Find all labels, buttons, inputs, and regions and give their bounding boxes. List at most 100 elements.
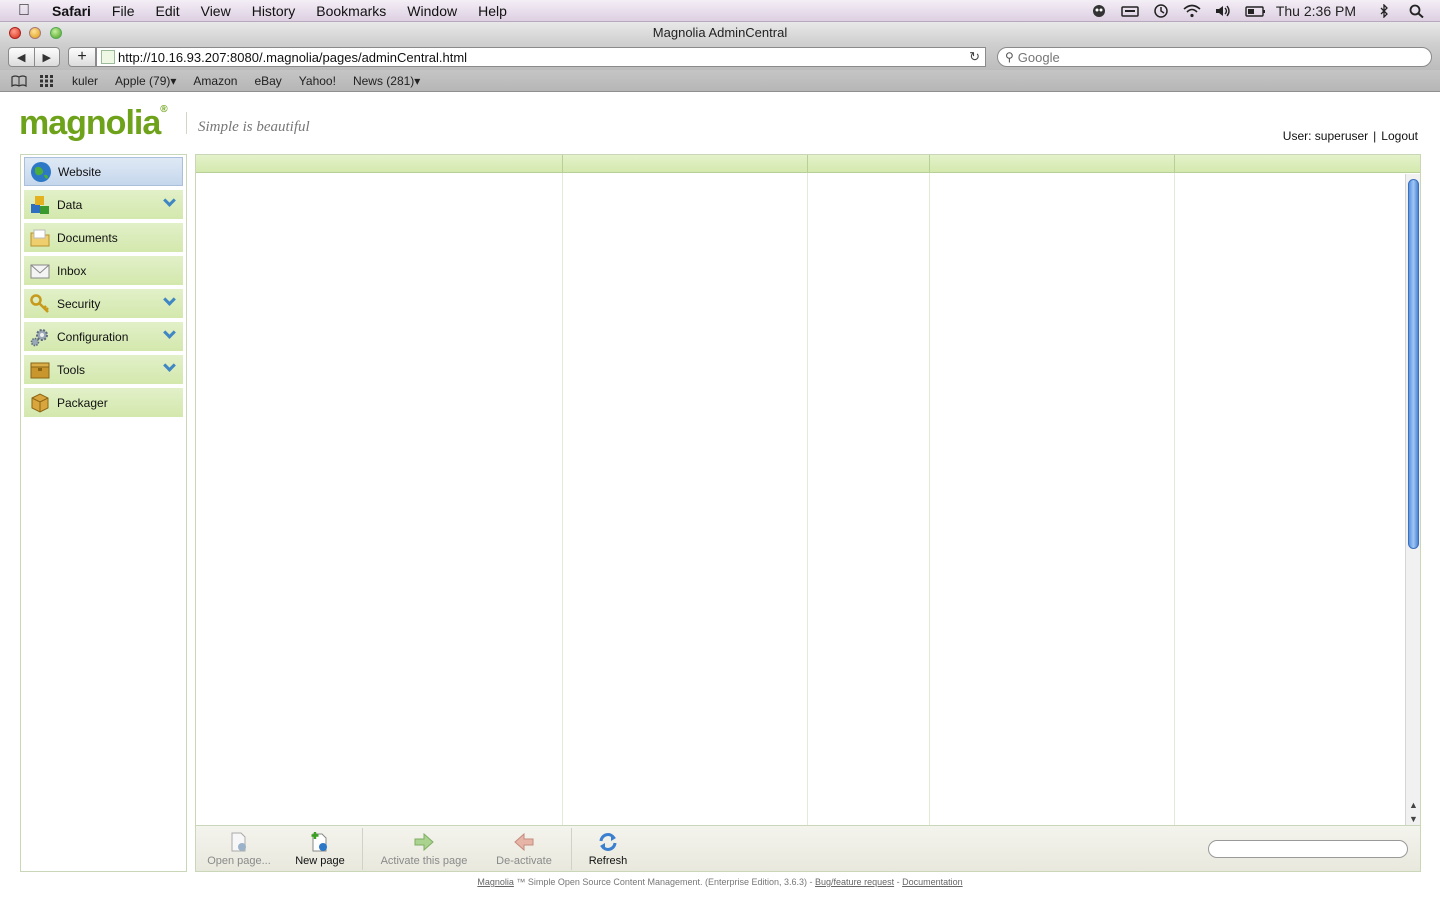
cubes-icon xyxy=(29,194,51,216)
sidebar-item-inbox[interactable]: Inbox xyxy=(24,256,183,285)
bookmark-amazon[interactable]: Amazon xyxy=(193,74,237,88)
apple-icon[interactable]:  xyxy=(18,0,38,22)
admin-sidebar: Website Data Documents Inbox Security Co… xyxy=(20,154,187,872)
back-button[interactable]: ◀ xyxy=(9,48,34,66)
action-label: Activate this page xyxy=(380,855,468,867)
column-divider[interactable] xyxy=(807,155,808,825)
gear-icon xyxy=(29,326,51,348)
menu-bookmarks[interactable]: Bookmarks xyxy=(316,3,386,19)
url-input[interactable] xyxy=(118,49,958,65)
sidebar-item-security[interactable]: Security xyxy=(24,289,183,318)
tagline: Simple is beautiful xyxy=(198,119,310,135)
wifi-icon[interactable] xyxy=(1183,4,1201,18)
chevron-down-icon[interactable] xyxy=(163,293,176,306)
deactivate-page-button[interactable]: De-activate xyxy=(491,831,557,869)
window-title-bar: Magnolia AdminCentral xyxy=(0,22,1440,44)
bug-request-link[interactable]: Bug/feature request xyxy=(815,877,894,887)
logout-link[interactable]: Logout xyxy=(1381,129,1418,143)
chevron-down-icon[interactable] xyxy=(163,194,176,207)
search-box: ⚲ xyxy=(997,47,1432,67)
add-bookmark-button[interactable]: + xyxy=(68,47,96,67)
action-label: Open page... xyxy=(207,855,271,867)
column-divider[interactable] xyxy=(562,155,563,825)
magnolia-logo[interactable]: magnolia® xyxy=(19,104,168,143)
mac-menu-bar:  Safari File Edit View History Bookmark… xyxy=(0,0,1440,22)
header-divider xyxy=(562,155,563,173)
bluetooth-icon[interactable] xyxy=(1378,3,1396,19)
chevron-down-icon[interactable] xyxy=(163,359,176,372)
tree-action-bar: Open page... New page Activate this page… xyxy=(195,826,1421,872)
menu-history[interactable]: History xyxy=(252,3,296,19)
sidebar-item-tools[interactable]: Tools xyxy=(24,355,183,384)
battery-icon[interactable] xyxy=(1245,4,1265,18)
menu-file[interactable]: File xyxy=(112,3,135,19)
activate-page-button[interactable]: Activate this page xyxy=(376,831,472,869)
sidebar-item-documents[interactable]: Documents xyxy=(24,223,183,252)
menu-window[interactable]: Window xyxy=(407,3,457,19)
forward-button[interactable]: ▶ xyxy=(33,48,60,66)
footer-text: ™ Simple Open Source Content Management.… xyxy=(513,877,816,887)
sidebar-item-label: Data xyxy=(57,197,83,212)
bookmark-kuler[interactable]: kuler xyxy=(72,74,98,88)
registered-mark-icon: ® xyxy=(160,104,167,115)
bookmark-news[interactable]: News (281)▾ xyxy=(353,74,420,88)
sidebar-item-website[interactable]: Website xyxy=(24,157,183,186)
scroll-up-icon[interactable]: ▲ xyxy=(1409,800,1418,810)
sidebar-item-packager[interactable]: Packager xyxy=(24,388,183,417)
sidebar-item-label: Documents xyxy=(57,230,118,245)
open-page-button[interactable]: Open page... xyxy=(204,831,274,869)
deactivate-arrow-icon xyxy=(513,831,535,853)
volume-icon[interactable] xyxy=(1214,4,1232,18)
tree-quick-search-input[interactable] xyxy=(1208,840,1408,858)
header-divider xyxy=(1174,155,1175,173)
minimize-window-button[interactable] xyxy=(29,27,41,39)
refresh-button[interactable]: Refresh xyxy=(582,831,634,869)
envelope-icon xyxy=(29,260,51,282)
menu-edit[interactable]: Edit xyxy=(155,3,179,19)
column-divider[interactable] xyxy=(929,155,930,825)
bookmarks-bar: kuler Apple (79)▾ Amazon eBay Yahoo! New… xyxy=(0,70,1440,92)
tree-vertical-scrollbar[interactable]: ▲ ▼ xyxy=(1405,174,1420,825)
sidebar-item-label: Security xyxy=(57,296,101,311)
zoom-window-button[interactable] xyxy=(50,27,62,39)
menu-safari[interactable]: Safari xyxy=(52,3,91,19)
scroll-down-icon[interactable]: ▼ xyxy=(1409,814,1418,824)
keyboard-icon[interactable] xyxy=(1121,4,1139,18)
logo-text: magnolia xyxy=(19,104,161,142)
sidebar-item-label: Tools xyxy=(57,362,86,377)
reading-list-icon[interactable] xyxy=(10,74,28,88)
spotlight-icon[interactable] xyxy=(1409,4,1427,19)
toolbox-icon xyxy=(29,359,51,381)
time-machine-icon[interactable] xyxy=(1152,4,1170,18)
menubar-clock[interactable]: Thu 2:36 PM xyxy=(1276,3,1356,19)
sidebar-item-label: Website xyxy=(58,164,102,179)
bookmark-yahoo[interactable]: Yahoo! xyxy=(299,74,336,88)
current-user-label: User: superuser xyxy=(1282,129,1369,143)
package-icon xyxy=(29,392,51,414)
new-page-button[interactable]: New page xyxy=(290,831,350,869)
column-divider[interactable] xyxy=(1174,155,1175,825)
reload-icon[interactable]: ↻ xyxy=(969,49,980,65)
close-window-button[interactable] xyxy=(9,27,21,39)
magnolia-link[interactable]: Magnolia xyxy=(477,877,514,887)
header-divider xyxy=(807,155,808,173)
header-divider xyxy=(929,155,930,173)
website-tree-grid[interactable]: ▲ ▼ xyxy=(195,154,1421,826)
favicon-icon xyxy=(101,50,115,64)
menu-help[interactable]: Help xyxy=(478,3,507,19)
top-sites-grid-icon[interactable] xyxy=(38,74,56,88)
bookmark-apple[interactable]: Apple (79)▾ xyxy=(115,74,176,88)
search-icon[interactable]: ⚲ xyxy=(1005,50,1014,64)
sidebar-item-configuration[interactable]: Configuration xyxy=(24,322,183,351)
search-input[interactable] xyxy=(1017,49,1408,65)
page-content: magnolia® Simple is beautiful User: supe… xyxy=(0,92,1440,900)
bookmark-ebay[interactable]: eBay xyxy=(254,74,281,88)
scrollbar-thumb[interactable] xyxy=(1408,179,1419,549)
browser-toolbar: ◀ ▶ + ↻ ⚲ xyxy=(0,44,1440,70)
menu-view[interactable]: View xyxy=(201,3,231,19)
history-nav: ◀ ▶ xyxy=(8,47,60,67)
documentation-link[interactable]: Documentation xyxy=(902,877,963,887)
sidebar-item-data[interactable]: Data xyxy=(24,190,183,219)
chevron-down-icon[interactable] xyxy=(163,326,176,339)
ichat-status-icon[interactable] xyxy=(1090,4,1108,18)
